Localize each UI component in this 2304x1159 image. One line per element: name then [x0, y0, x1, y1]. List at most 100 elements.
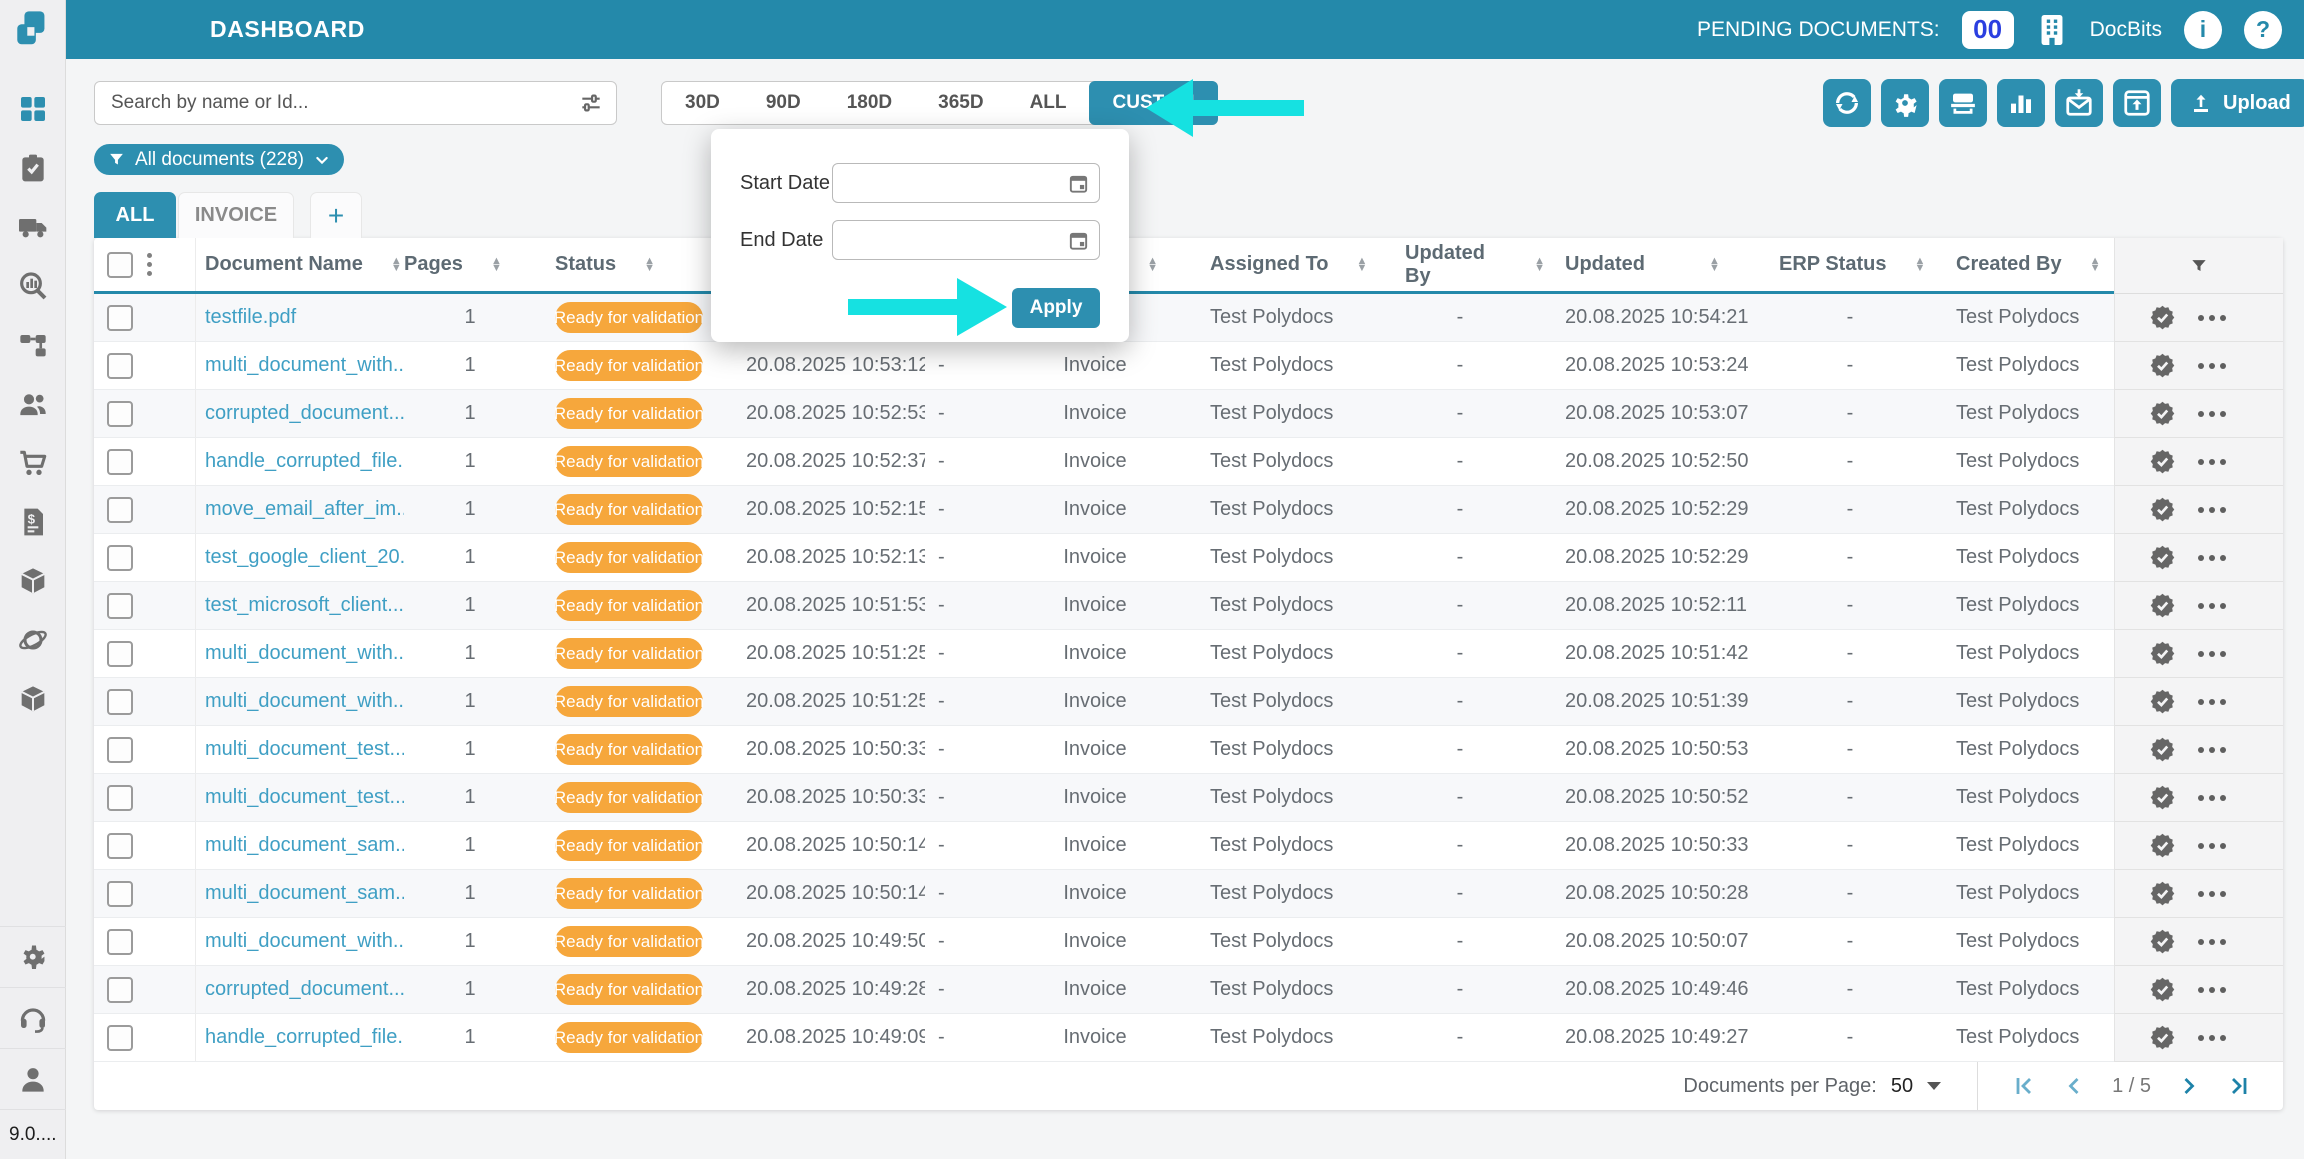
previous-page-icon[interactable]	[2062, 1074, 2086, 1098]
validate-badge-icon[interactable]	[2149, 496, 2176, 523]
validate-badge-icon[interactable]	[2149, 880, 2176, 907]
document-name-link[interactable]: handle_corrupted_file...	[205, 1026, 404, 1048]
row-checkbox[interactable]	[107, 833, 133, 859]
filter-sliders-icon[interactable]	[578, 90, 604, 116]
document-name-link[interactable]: move_email_after_im...	[205, 498, 404, 520]
next-page-icon[interactable]	[2177, 1074, 2201, 1098]
sort-icon[interactable]: ▲▼	[644, 258, 655, 272]
filter-180d[interactable]: 180D	[824, 82, 915, 124]
validate-badge-icon[interactable]	[2149, 736, 2176, 763]
sidebar-item-settings[interactable]	[0, 926, 66, 987]
validate-badge-icon[interactable]	[2149, 304, 2176, 331]
column-created-by[interactable]: Created By	[1956, 253, 2062, 276]
import-mail-button[interactable]	[2055, 79, 2103, 127]
row-checkbox[interactable]	[107, 305, 133, 331]
tab-all[interactable]: ALL	[94, 192, 176, 238]
first-page-icon[interactable]	[2012, 1074, 2036, 1098]
document-name-link[interactable]: corrupted_document...	[205, 402, 404, 424]
end-date-input[interactable]	[843, 230, 1059, 251]
column-updated[interactable]: Updated	[1565, 253, 1645, 276]
scanner-button[interactable]	[1939, 79, 1987, 127]
actions-column-header[interactable]	[2114, 238, 2283, 294]
filter-30d[interactable]: 30D	[662, 82, 743, 124]
calendar-icon[interactable]	[1067, 229, 1090, 252]
validate-badge-icon[interactable]	[2149, 448, 2176, 475]
row-more-options[interactable]	[2198, 507, 2226, 513]
row-more-options[interactable]	[2198, 747, 2226, 753]
row-checkbox[interactable]	[107, 785, 133, 811]
row-checkbox[interactable]	[107, 497, 133, 523]
sidebar-item-shipping[interactable]	[16, 211, 50, 243]
end-date-field[interactable]	[832, 220, 1100, 260]
validate-badge-icon[interactable]	[2149, 1024, 2176, 1051]
document-name-link[interactable]: multi_document_with...	[205, 354, 404, 376]
column-status[interactable]: Status	[555, 253, 616, 276]
tab-invoice[interactable]: INVOICE	[178, 192, 294, 238]
row-more-options[interactable]	[2198, 939, 2226, 945]
row-checkbox[interactable]	[107, 1025, 133, 1051]
row-checkbox[interactable]	[107, 737, 133, 763]
sidebar-item-analytics-search[interactable]	[16, 270, 50, 302]
organization-building-icon[interactable]	[2036, 13, 2068, 47]
row-checkbox[interactable]	[107, 593, 133, 619]
row-more-options[interactable]	[2198, 651, 2226, 657]
column-updated-by[interactable]: Updated By	[1405, 242, 1506, 288]
select-all-checkbox[interactable]	[107, 252, 133, 278]
row-more-options[interactable]	[2198, 315, 2226, 321]
validate-badge-icon[interactable]	[2149, 928, 2176, 955]
row-checkbox[interactable]	[107, 353, 133, 379]
validate-badge-icon[interactable]	[2149, 352, 2176, 379]
sidebar-item-products[interactable]	[16, 683, 50, 715]
row-more-options[interactable]	[2198, 699, 2226, 705]
info-icon[interactable]: i	[2184, 11, 2222, 49]
document-name-link[interactable]: handle_corrupted_file...	[205, 450, 404, 472]
column-document-name[interactable]: Document Name	[205, 253, 363, 276]
document-name-link[interactable]: test_microsoft_client...	[205, 594, 404, 616]
calendar-icon[interactable]	[1067, 172, 1090, 195]
sidebar-item-packages[interactable]	[16, 565, 50, 597]
sort-icon[interactable]: ▲▼	[1534, 258, 1545, 272]
settings-button[interactable]	[1881, 79, 1929, 127]
document-name-link[interactable]: multi_document_test...	[205, 738, 404, 760]
app-logo[interactable]	[0, 0, 66, 59]
row-more-options[interactable]	[2198, 363, 2226, 369]
document-name-link[interactable]: multi_document_sam...	[205, 834, 404, 856]
start-date-field[interactable]	[832, 163, 1100, 203]
validate-badge-icon[interactable]	[2149, 544, 2176, 571]
sidebar-item-invoices[interactable]: $	[16, 506, 50, 538]
document-name-link[interactable]: testfile.pdf	[205, 306, 296, 328]
statistics-button[interactable]	[1997, 79, 2045, 127]
validate-badge-icon[interactable]	[2149, 784, 2176, 811]
filter-all[interactable]: ALL	[1007, 82, 1090, 124]
sort-icon[interactable]: ▲▼	[2090, 258, 2101, 272]
row-more-options[interactable]	[2198, 555, 2226, 561]
row-more-options[interactable]	[2198, 843, 2226, 849]
add-tab-button[interactable]: +	[310, 192, 362, 238]
column-erp-status[interactable]: ERP Status	[1779, 253, 1886, 276]
search-input[interactable]	[111, 92, 578, 114]
sort-icon[interactable]: ▲▼	[391, 258, 402, 272]
sort-icon[interactable]: ▲▼	[1147, 258, 1158, 272]
row-more-options[interactable]	[2198, 795, 2226, 801]
all-documents-filter-chip[interactable]: All documents (228)	[94, 144, 344, 175]
row-checkbox[interactable]	[107, 641, 133, 667]
row-more-options[interactable]	[2198, 411, 2226, 417]
kebab-menu-icon[interactable]	[147, 253, 152, 276]
sort-icon[interactable]: ▲▼	[1357, 258, 1368, 272]
row-checkbox[interactable]	[107, 449, 133, 475]
filter-90d[interactable]: 90D	[743, 82, 824, 124]
sort-icon[interactable]: ▲▼	[1914, 258, 1925, 272]
row-checkbox[interactable]	[107, 545, 133, 571]
validate-badge-icon[interactable]	[2149, 592, 2176, 619]
document-name-link[interactable]: multi_document_test...	[205, 786, 404, 808]
filter-365d[interactable]: 365D	[915, 82, 1006, 124]
column-assigned-to[interactable]: Assigned To	[1210, 253, 1329, 276]
row-more-options[interactable]	[2198, 891, 2226, 897]
sidebar-item-integrations[interactable]	[16, 624, 50, 656]
sidebar-item-support[interactable]	[0, 987, 66, 1048]
row-checkbox[interactable]	[107, 977, 133, 1003]
document-name-link[interactable]: corrupted_document...	[205, 978, 404, 1000]
validate-badge-icon[interactable]	[2149, 400, 2176, 427]
sidebar-item-users[interactable]	[16, 388, 50, 420]
refresh-button[interactable]	[1823, 79, 1871, 127]
